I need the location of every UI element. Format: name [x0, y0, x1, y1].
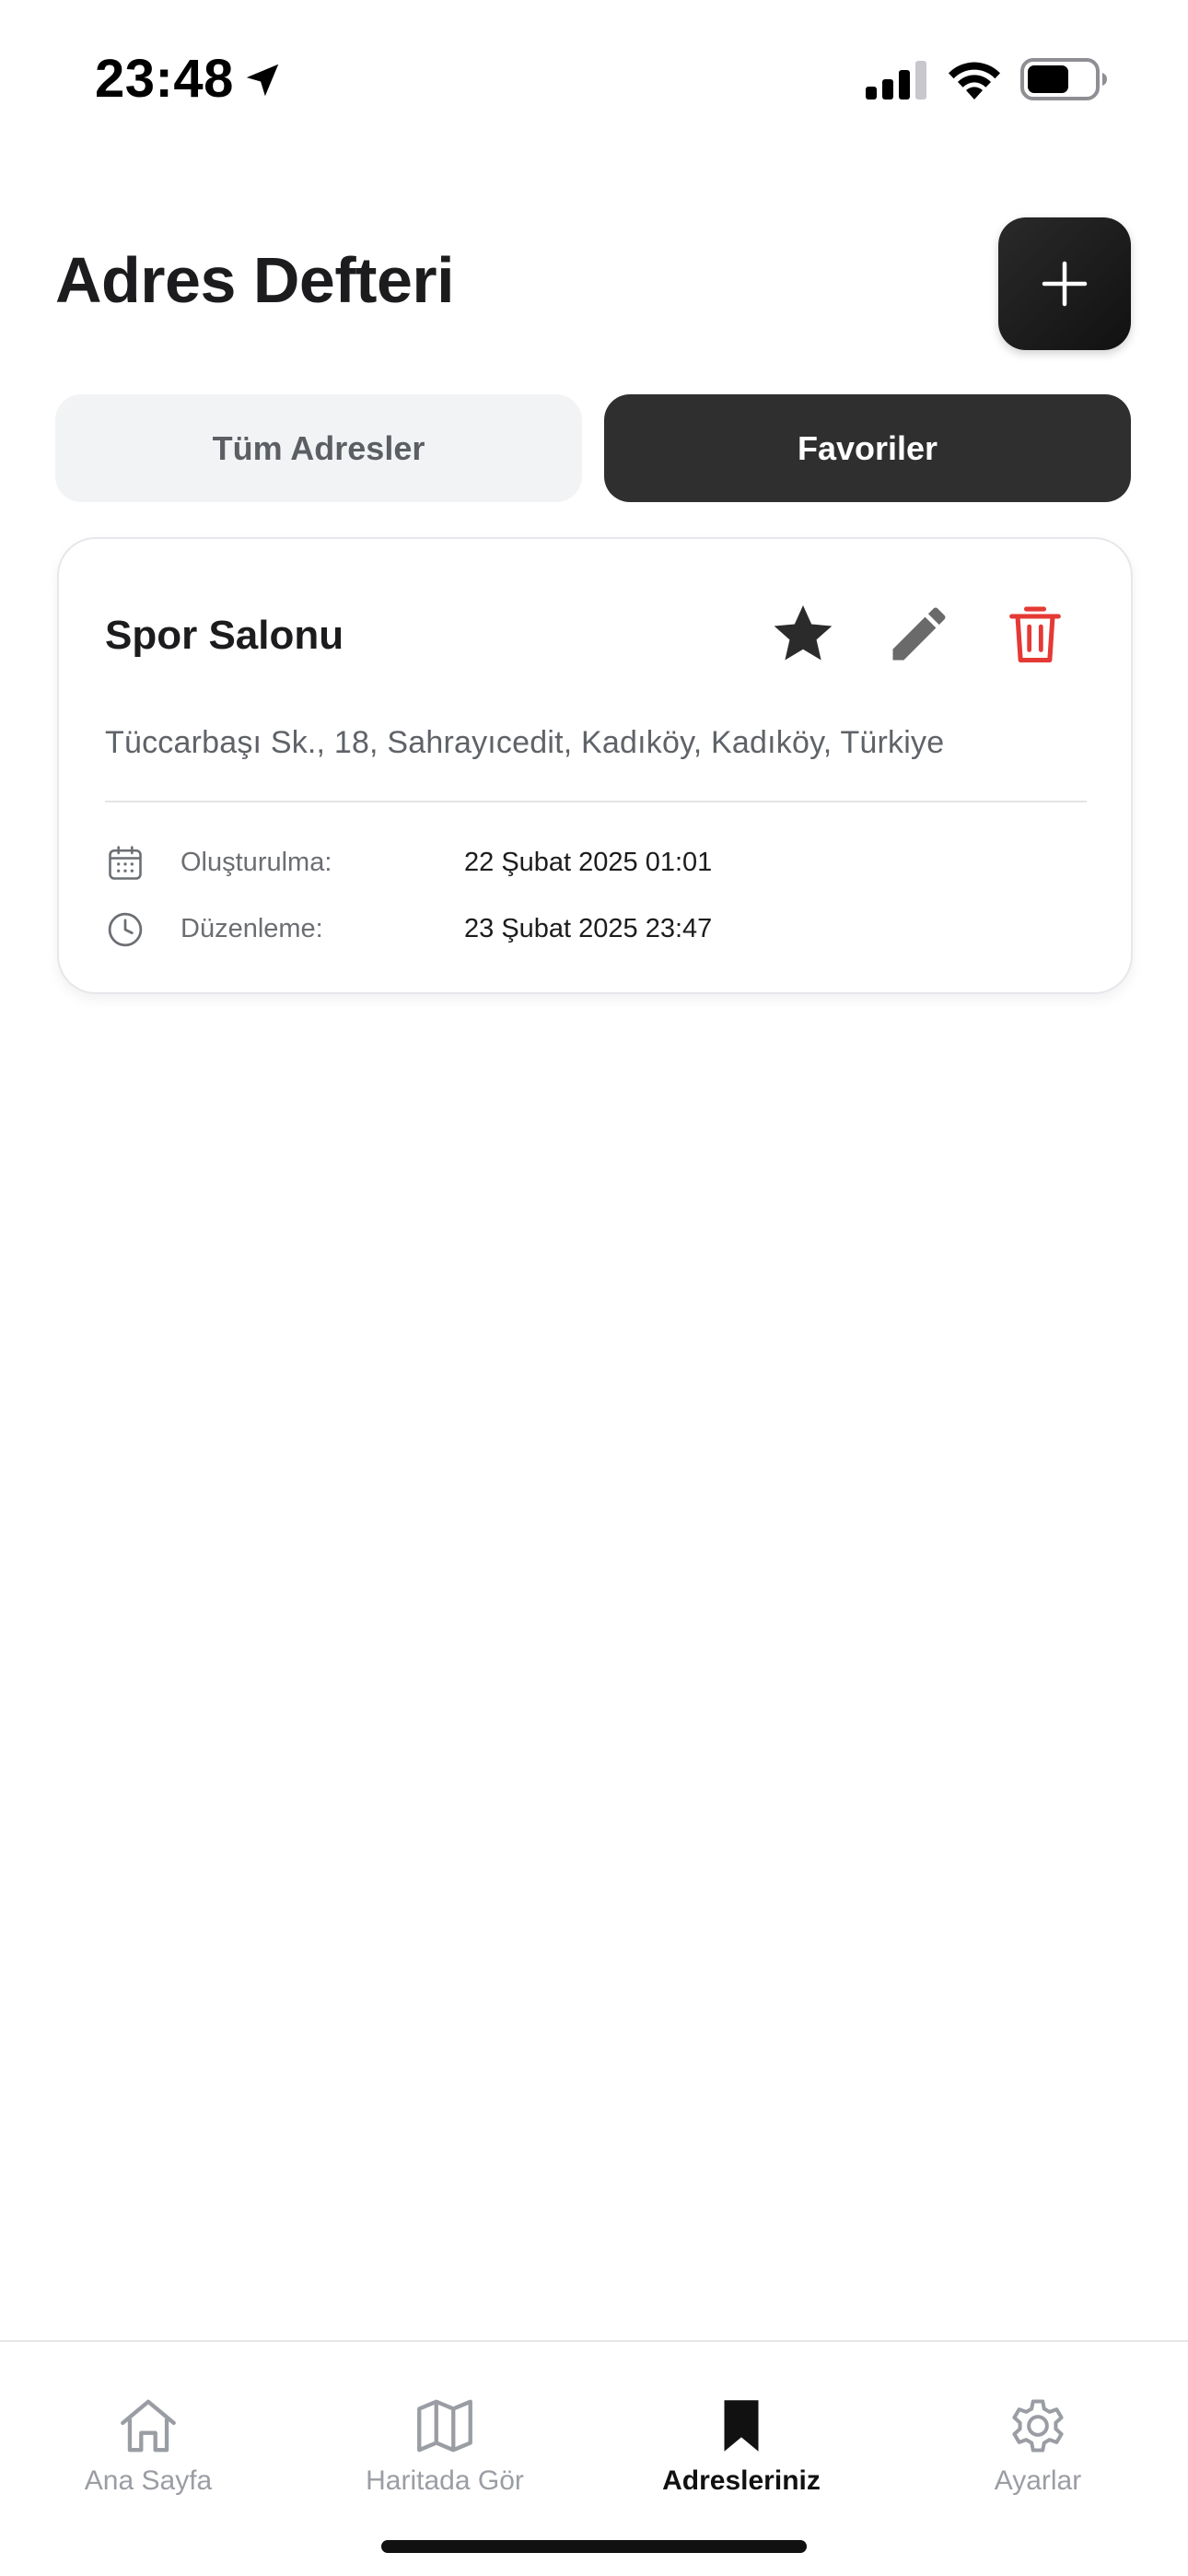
nav-label-home: Ana Sayfa — [84, 2465, 213, 2496]
address-text: Tüccarbaşı Sk., 18, Sahrayıcedit, Kadıkö… — [105, 725, 945, 760]
created-label: Oluşturulma: — [181, 848, 332, 877]
address-book-screen: 23:48 Adres Defteri Tüm Adresler Favoril… — [0, 0, 1188, 2576]
home-indicator — [381, 2540, 807, 2553]
edited-label: Düzenleme: — [181, 914, 323, 943]
card-divider — [105, 801, 1087, 802]
nav-item-settings[interactable]: Ayarlar — [890, 2342, 1186, 2526]
status-bar: 23:48 — [0, 0, 1188, 157]
trash-icon[interactable] — [1000, 599, 1070, 669]
add-address-button[interactable] — [998, 217, 1131, 350]
map-icon — [417, 2399, 472, 2453]
plus-icon — [1042, 261, 1088, 307]
calendar-icon — [109, 846, 142, 880]
wifi-icon — [949, 62, 1000, 100]
tab-favorites[interactable]: Favoriler — [604, 394, 1131, 502]
home-icon — [121, 2399, 176, 2453]
address-card[interactable]: Spor Salonu Tüccarbaşı Sk., 18, Sahrayıc… — [57, 537, 1133, 994]
status-time: 23:48 — [95, 49, 234, 109]
tab-all-addresses[interactable]: Tüm Adresler — [55, 394, 582, 502]
favorite-star-icon[interactable] — [768, 599, 838, 669]
nav-label-settings: Ayarlar — [994, 2465, 1082, 2496]
nav-label-addresses: Adresleriniz — [662, 2465, 821, 2496]
clock-icon — [108, 912, 143, 947]
edited-value: 23 Şubat 2025 23:47 — [464, 914, 713, 943]
address-title: Spor Salonu — [105, 613, 344, 658]
pencil-icon[interactable] — [884, 599, 954, 669]
location-arrow-icon — [246, 64, 279, 97]
bookmark-icon — [724, 2400, 759, 2452]
created-value: 22 Şubat 2025 01:01 — [464, 848, 713, 877]
gear-icon — [1012, 2399, 1064, 2453]
page-title: Adres Defteri — [55, 244, 455, 316]
battery-icon — [1020, 58, 1107, 100]
nav-item-map[interactable]: Haritada Gör — [297, 2342, 593, 2526]
nav-label-map: Haritada Gör — [366, 2465, 524, 2496]
nav-item-home[interactable]: Ana Sayfa — [0, 2342, 297, 2526]
cellular-signal-icon — [866, 61, 926, 100]
nav-item-addresses[interactable]: Adresleriniz — [593, 2342, 890, 2526]
